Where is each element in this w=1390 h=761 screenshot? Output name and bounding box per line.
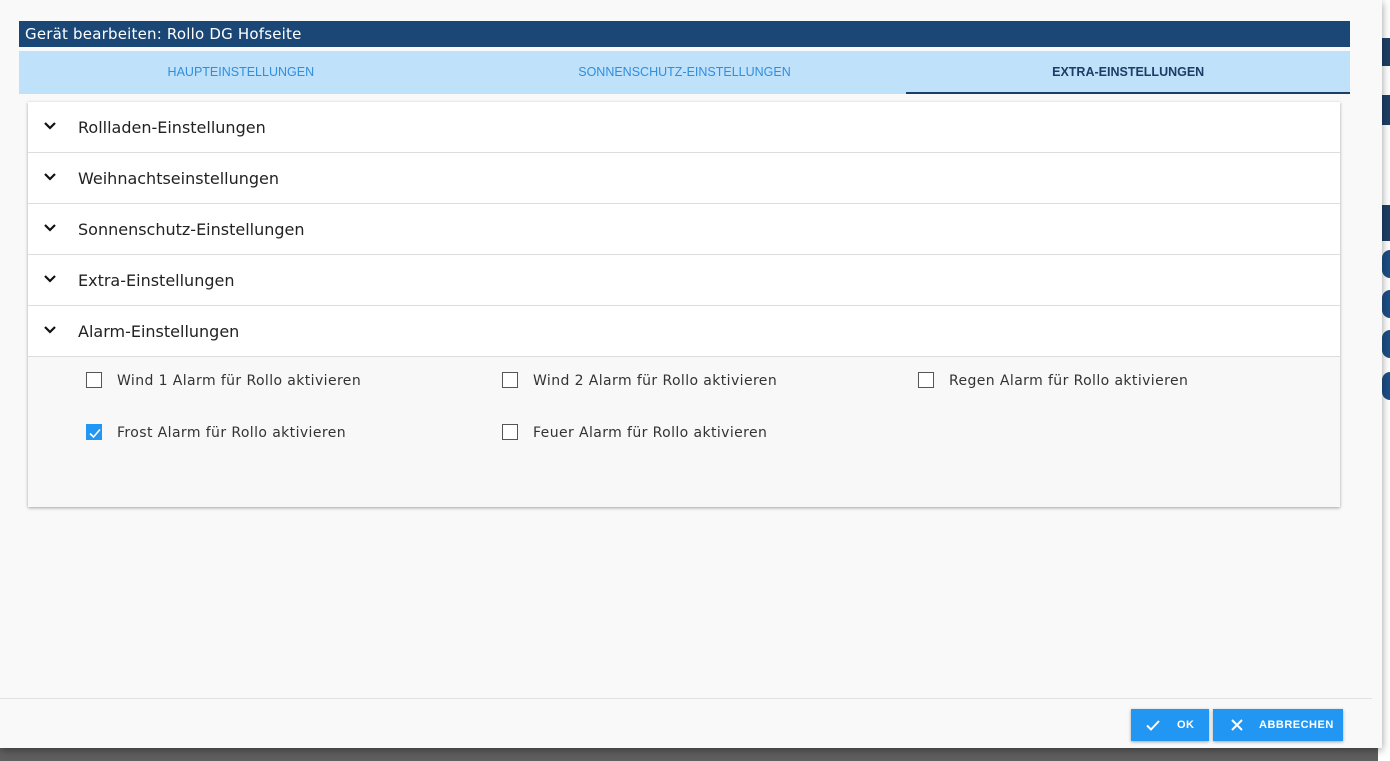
checkbox-box[interactable] <box>502 372 518 388</box>
background-bar <box>1382 95 1390 125</box>
section-rollladen-settings[interactable]: Rollladen-Einstellungen <box>28 102 1340 153</box>
cancel-button-label: ABBRECHEN <box>1259 719 1334 731</box>
section-sun-protection-settings[interactable]: Sonnenschutz-Einstellungen <box>28 204 1340 255</box>
tab-main-settings[interactable]: HAUPTEINSTELLUNGEN <box>19 51 463 94</box>
background-bar <box>1382 38 1390 66</box>
checkbox-label: Wind 2 Alarm für Rollo aktivieren <box>533 373 778 389</box>
chevron-down-icon <box>44 173 56 181</box>
dialog-title: Gerät bearbeiten: Rollo DG Hofseite <box>19 21 1350 47</box>
background-dot <box>1382 372 1390 400</box>
section-label: Weihnachtseinstellungen <box>78 169 279 188</box>
background-dot <box>1382 330 1390 358</box>
checkbox-box[interactable] <box>502 424 518 440</box>
chevron-down-icon <box>44 326 56 334</box>
checkbox-label: Feuer Alarm für Rollo aktivieren <box>533 425 768 441</box>
section-extra-settings[interactable]: Extra-Einstellungen <box>28 255 1340 306</box>
edit-device-dialog: Gerät bearbeiten: Rollo DG Hofseite HAUP… <box>0 0 1382 748</box>
checkbox-label: Regen Alarm für Rollo aktivieren <box>949 373 1189 389</box>
tab-extra-settings[interactable]: EXTRA-EINSTELLUNGEN <box>906 51 1350 94</box>
chevron-down-icon <box>44 122 56 130</box>
close-icon <box>1231 719 1243 731</box>
tab-bar: HAUPTEINSTELLUNGEN SONNENSCHUTZ-EINSTELL… <box>19 51 1350 94</box>
checkbox-box[interactable] <box>918 372 934 388</box>
section-label: Extra-Einstellungen <box>78 271 235 290</box>
ok-button[interactable]: OK <box>1131 709 1209 741</box>
settings-accordion: Rollladen-Einstellungen Weihnachtseinste… <box>28 102 1340 507</box>
tab-sun-protection-settings[interactable]: SONNENSCHUTZ-EINSTELLUNGEN <box>463 51 907 94</box>
check-icon <box>1146 720 1160 731</box>
checkbox-label: Frost Alarm für Rollo aktivieren <box>117 425 346 441</box>
section-label: Alarm-Einstellungen <box>78 322 240 341</box>
ok-button-label: OK <box>1177 719 1195 731</box>
background-dot <box>1382 250 1390 278</box>
section-christmas-settings[interactable]: Weihnachtseinstellungen <box>28 153 1340 204</box>
footer-divider <box>0 698 1372 699</box>
checkbox-box[interactable] <box>86 372 102 388</box>
checkbox-label: Wind 1 Alarm für Rollo aktivieren <box>117 373 362 389</box>
background-dot <box>1382 290 1390 318</box>
alarm-settings-panel: Wind 1 Alarm für Rollo aktivieren Wind 2… <box>28 357 1340 507</box>
chevron-down-icon <box>44 224 56 232</box>
cancel-button[interactable]: ABBRECHEN <box>1213 709 1343 741</box>
checkbox-box[interactable] <box>86 424 102 440</box>
section-label: Rollladen-Einstellungen <box>78 118 266 137</box>
background-bar <box>1382 205 1390 241</box>
section-label: Sonnenschutz-Einstellungen <box>78 220 305 239</box>
section-alarm-settings[interactable]: Alarm-Einstellungen <box>28 306 1340 357</box>
check-icon <box>89 428 101 439</box>
chevron-down-icon <box>44 275 56 283</box>
